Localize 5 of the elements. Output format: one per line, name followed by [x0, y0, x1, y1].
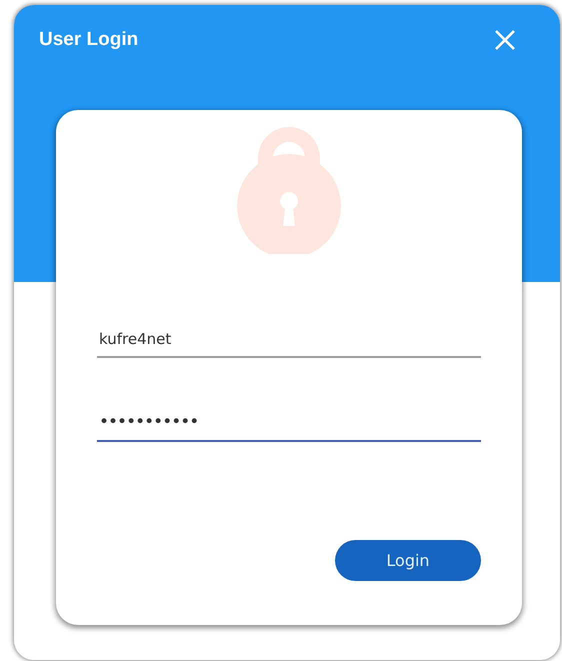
window-title: User Login	[39, 29, 138, 51]
login-button[interactable]: Login	[335, 540, 481, 581]
close-icon[interactable]	[494, 29, 516, 51]
username-field[interactable]: kufre4net	[97, 326, 481, 358]
password-field[interactable]: •••••••••••	[97, 410, 481, 442]
